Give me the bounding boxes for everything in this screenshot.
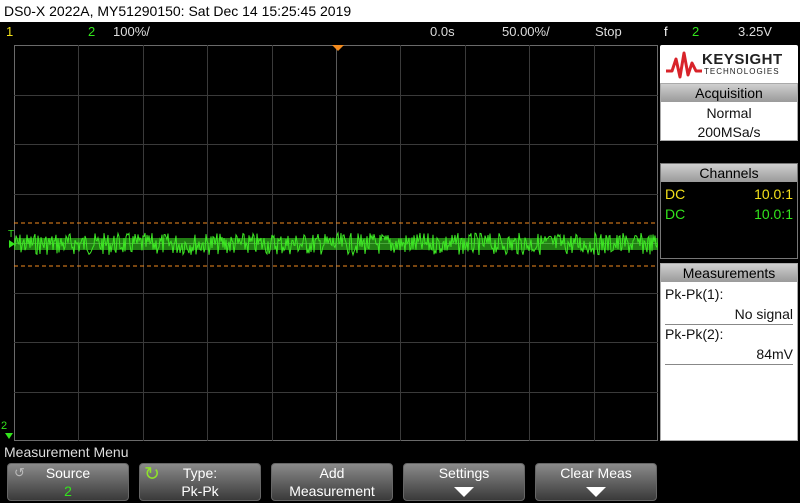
channels-title: Channels — [661, 164, 797, 182]
trigger-edge-icon: f — [664, 24, 668, 39]
window-title: DS0-X 2022A, MY51290150: Sat Dec 14 15:2… — [0, 0, 800, 22]
ch2-coupling: DC — [665, 206, 686, 222]
ch2-probe: 10.0:1 — [754, 206, 793, 222]
acquisition-mode: Normal — [706, 105, 752, 121]
acquisition-rate: 200MSa/s — [697, 124, 761, 140]
menu-title: Measurement Menu — [4, 444, 129, 460]
keysight-logo: KEYSIGHT TECHNOLOGIES — [660, 45, 798, 85]
submenu-arrow-icon — [454, 487, 474, 497]
submenu-arrow-icon — [586, 487, 606, 497]
trigger-level: 3.25V — [738, 24, 772, 39]
softkey-settings[interactable]: Settings — [403, 463, 525, 501]
ch2-scale: 100%/ — [113, 24, 150, 39]
trigger-position-marker — [332, 45, 344, 51]
acquisition-panel[interactable]: Acquisition Normal 200MSa/s — [660, 83, 798, 141]
meas-1-value: No signal — [734, 306, 793, 322]
meas-divider — [665, 324, 793, 325]
ch2-offset-marker-icon[interactable] — [9, 240, 15, 248]
softkey-settings-line1: Settings — [438, 465, 490, 481]
softkey-add-line2: Measurement — [289, 483, 375, 499]
meas-divider-2 — [665, 364, 793, 365]
ch2-waveform-band — [14, 238, 658, 250]
brand-name: KEYSIGHT — [702, 51, 783, 68]
time-offset: 0.0s — [430, 24, 455, 39]
trigger-source: 2 — [692, 24, 700, 39]
softkey-type-line1: Type: — [182, 465, 218, 481]
ch1-coupling: DC — [665, 186, 686, 202]
time-scale: 50.00%/ — [502, 24, 550, 39]
measurements-panel[interactable]: Measurements Pk-Pk(1): No signal Pk-Pk(2… — [660, 263, 798, 441]
channel-2-row: DC 10.0:1 — [665, 204, 793, 224]
softkey-clear-meas[interactable]: Clear Meas — [535, 463, 657, 501]
softkey-source[interactable]: ↺ Source 2 — [7, 463, 129, 501]
softkey-add-measurement[interactable]: Add Measurement — [271, 463, 393, 501]
ch2-ground-label: 2 — [1, 420, 8, 432]
meas-2-value: 84mV — [756, 346, 793, 362]
acquisition-title: Acquisition — [661, 84, 797, 102]
ch2-ground-arrow-icon — [5, 433, 13, 439]
ch1-indicator[interactable]: 1 — [6, 22, 13, 41]
brand-subtitle: TECHNOLOGIES — [704, 67, 780, 76]
softkey-source-line2: 2 — [64, 483, 72, 499]
softkey-type[interactable]: ↻ Type: Pk-Pk — [139, 463, 261, 501]
meas-2-label: Pk-Pk(2): — [665, 326, 724, 342]
measurements-title: Measurements — [661, 264, 797, 282]
side-panel: KEYSIGHT TECHNOLOGIES Acquisition Normal… — [660, 45, 798, 441]
run-state: Stop — [595, 24, 622, 39]
softkey-clear-line1: Clear Meas — [560, 465, 632, 481]
keysight-wave-icon — [666, 51, 702, 79]
softkey-source-line1: Source — [45, 465, 91, 481]
status-bar: 1 2 100%/ 0.0s 50.00%/ Stop f 2 3.25V — [0, 22, 800, 41]
softkey-add-line1: Add — [319, 465, 345, 481]
channel-1-row: DC 10.0:1 — [665, 184, 793, 204]
trigger-marker-label: T — [8, 229, 15, 240]
channels-panel[interactable]: Channels DC 10.0:1 DC 10.0:1 — [660, 163, 798, 259]
waveform-display[interactable] — [14, 45, 658, 441]
softkey-type-line2: Pk-Pk — [181, 483, 219, 499]
meas-1-label: Pk-Pk(1): — [665, 286, 724, 302]
ch1-probe: 10.0:1 — [754, 186, 793, 202]
ch2-indicator[interactable]: 2 — [88, 22, 95, 41]
